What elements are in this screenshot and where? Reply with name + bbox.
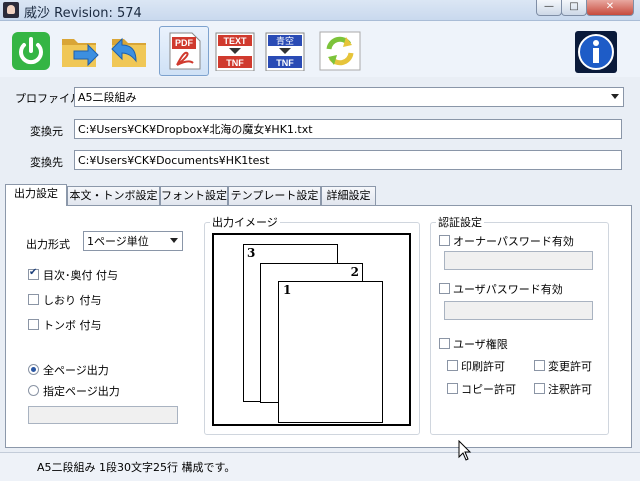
- tombo-label: トンボ 付与: [43, 319, 102, 332]
- tab-template-settings[interactable]: テンプレート設定: [228, 186, 321, 205]
- info-icon: [575, 31, 617, 73]
- status-text: A5二段組み 1段30文字25行 構成です。: [37, 461, 236, 474]
- output-format-select[interactable]: 1ページ単位: [83, 231, 183, 251]
- print-permission-checkbox[interactable]: [447, 360, 458, 371]
- aozora-to-tnf-icon: 青空 TNF: [265, 32, 305, 71]
- owner-password-input[interactable]: [444, 251, 593, 270]
- tnf-label-2: TNF: [276, 58, 294, 68]
- tnf-label: TNF: [226, 58, 244, 68]
- power-button[interactable]: [6, 26, 56, 76]
- refresh-button[interactable]: [314, 26, 364, 76]
- output-format-value: 1ページ単位: [87, 235, 149, 248]
- tab-body-tombo-settings[interactable]: 本文・トンボ設定: [67, 186, 160, 205]
- profile-value: A5二段組み: [78, 91, 137, 104]
- pdf-document-icon: PDF: [169, 32, 201, 70]
- bookmark-label: しおり 付与: [43, 294, 102, 307]
- change-permission-label: 変更許可: [548, 360, 592, 373]
- all-pages-label: 全ページ出力: [43, 364, 109, 377]
- user-rights-label: ユーザ権限: [453, 338, 508, 351]
- copy-permission-label: コピー許可: [461, 383, 516, 396]
- user-password-checkbox[interactable]: [439, 283, 450, 294]
- pdf-label: PDF: [175, 38, 194, 48]
- profile-select[interactable]: A5二段組み: [74, 87, 624, 107]
- auth-title: 認証設定: [436, 214, 484, 230]
- change-permission-checkbox[interactable]: [534, 360, 545, 371]
- owner-password-label: オーナーパスワード有効: [453, 235, 574, 248]
- refresh-icon: [319, 31, 361, 71]
- text-tnf-button[interactable]: TEXT TNF: [209, 26, 259, 76]
- open-folder-button[interactable]: [55, 26, 105, 76]
- dest-path-input[interactable]: C:¥Users¥CK¥Documents¥HK1test: [74, 150, 622, 170]
- pdf-button[interactable]: PDF: [159, 26, 209, 76]
- folder-arrow-in-icon: [62, 39, 99, 67]
- tab-detail-settings[interactable]: 詳細設定: [321, 186, 376, 205]
- copy-permission-checkbox[interactable]: [447, 383, 458, 394]
- owner-password-checkbox[interactable]: [439, 235, 450, 246]
- output-format-label: 出力形式: [26, 238, 70, 251]
- preview-frame: 3 2 1: [212, 233, 411, 426]
- print-permission-label: 印刷許可: [461, 360, 505, 373]
- bookmark-checkbox[interactable]: [28, 294, 39, 305]
- page-range-input[interactable]: [28, 406, 178, 424]
- maximize-button[interactable]: □: [561, 0, 587, 16]
- user-rights-checkbox[interactable]: [439, 338, 450, 349]
- text-to-tnf-icon: TEXT TNF: [215, 32, 255, 71]
- toc-label: 目次･奥付 付与: [43, 269, 118, 282]
- specified-pages-radio[interactable]: [28, 385, 39, 396]
- title-bar: 威沙 Revision: 574 — □ ✕: [0, 0, 640, 21]
- close-button[interactable]: ✕: [586, 0, 634, 16]
- aozora-tnf-button[interactable]: 青空 TNF: [259, 26, 309, 76]
- annotate-permission-label: 注釈許可: [548, 383, 592, 396]
- user-password-label: ユーザパスワード有効: [453, 283, 563, 296]
- source-label: 変換元: [30, 125, 63, 138]
- specified-pages-label: 指定ページ出力: [43, 385, 120, 398]
- minimize-button[interactable]: —: [536, 0, 562, 16]
- source-path-input[interactable]: C:¥Users¥CK¥Dropbox¥北海の魔女¥HK1.txt: [74, 119, 622, 139]
- output-settings-panel: 出力形式 1ページ単位 目次･奥付 付与 しおり 付与 トンボ 付与 全ページ出…: [5, 205, 632, 448]
- page-number-3: 3: [247, 246, 256, 260]
- page-number-2: 2: [350, 265, 359, 279]
- preview-page-1: 1: [278, 281, 383, 423]
- app-icon: [3, 2, 19, 18]
- tombo-checkbox[interactable]: [28, 319, 39, 330]
- user-password-input[interactable]: [444, 301, 593, 320]
- toc-checkbox[interactable]: [28, 267, 39, 280]
- text-label: TEXT: [223, 36, 247, 46]
- page-number-1: 1: [283, 283, 292, 297]
- info-button[interactable]: [570, 26, 620, 76]
- folder-arrow-out-icon: [111, 37, 146, 67]
- toolbar: PDF TEXT TNF 青空 TNF: [0, 21, 640, 77]
- dest-label: 変換先: [30, 156, 63, 169]
- tab-font-settings[interactable]: フォント設定: [160, 186, 228, 205]
- all-pages-radio[interactable]: [28, 364, 39, 375]
- profile-label: プロファイル: [15, 92, 81, 105]
- tab-output-settings[interactable]: 出力設定: [5, 184, 67, 206]
- power-icon: [12, 32, 50, 70]
- chevron-down-icon: [611, 94, 619, 99]
- save-folder-button[interactable]: [105, 26, 155, 76]
- annotate-permission-checkbox[interactable]: [534, 383, 545, 394]
- status-bar: A5二段組み 1段30文字25行 構成です。: [0, 452, 640, 481]
- mouse-cursor-icon: [458, 440, 472, 461]
- preview-title: 出力イメージ: [210, 214, 280, 230]
- aozora-label: 青空: [276, 35, 294, 47]
- window-title: 威沙 Revision: 574: [24, 6, 142, 21]
- chevron-down-icon: [170, 238, 178, 243]
